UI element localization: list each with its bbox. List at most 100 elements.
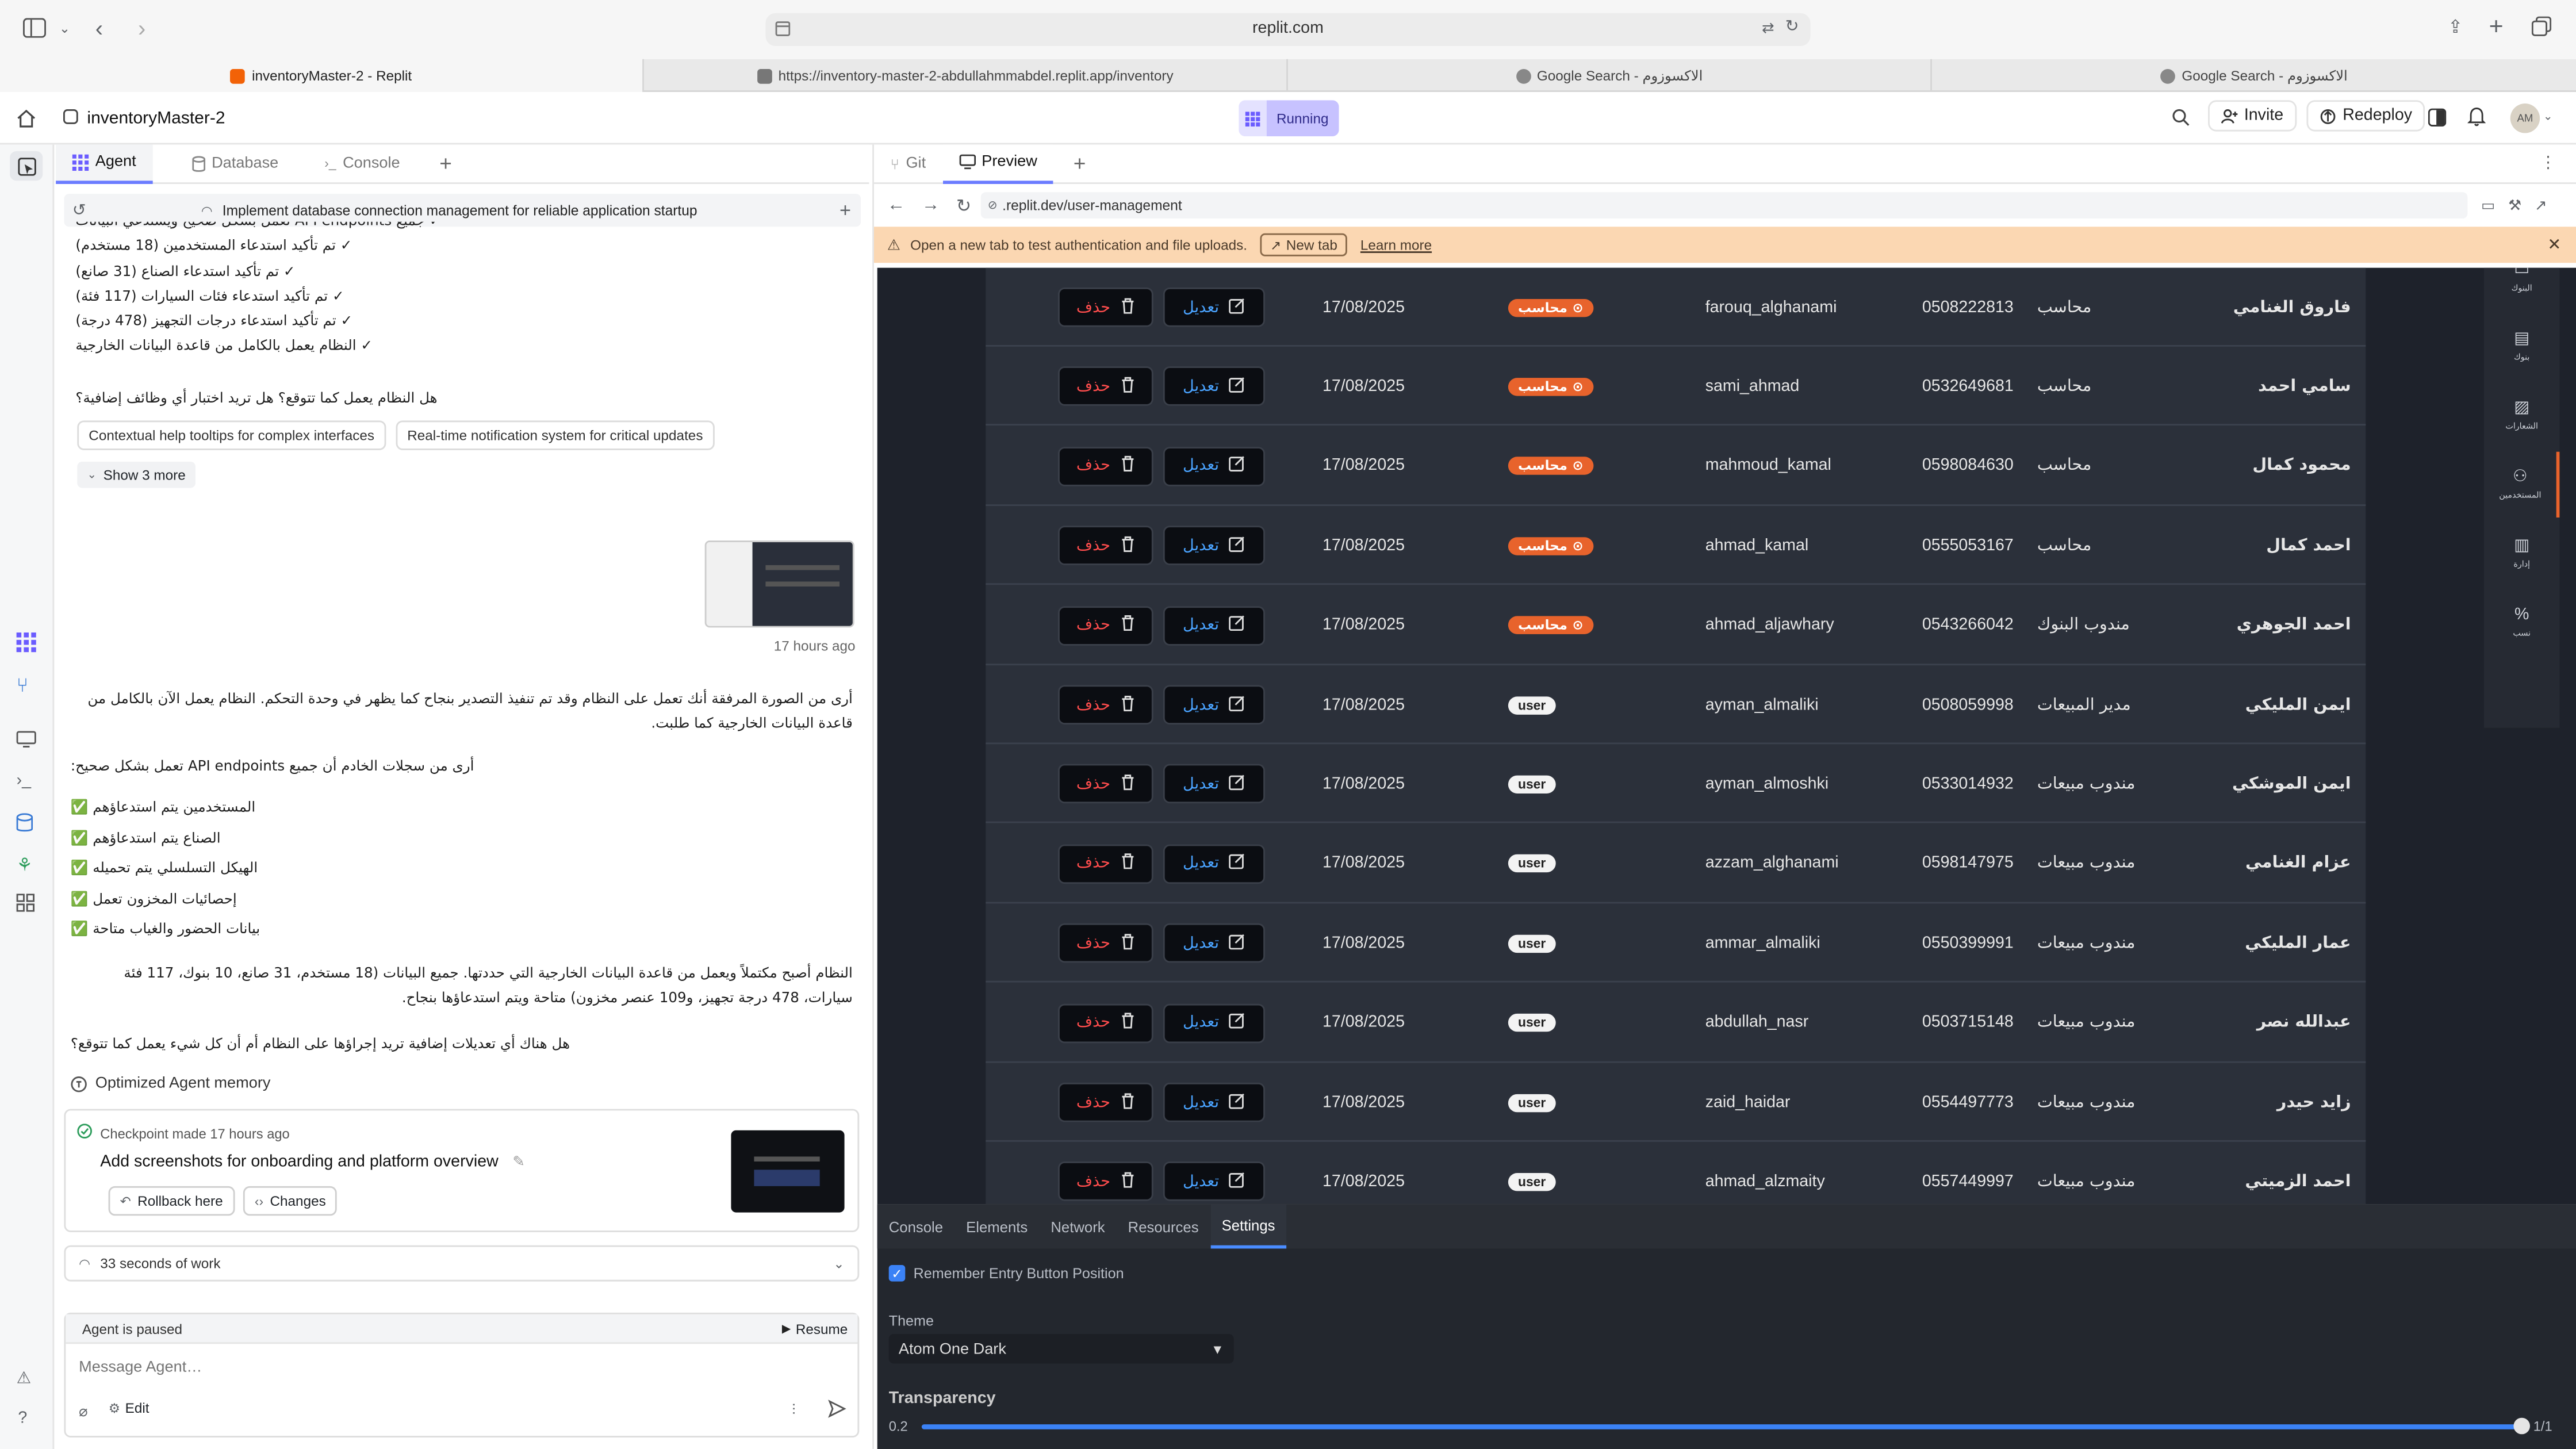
add-tab-icon[interactable]: + xyxy=(439,151,452,176)
edit-button[interactable]: تعديل xyxy=(1163,923,1265,963)
chevron-down-icon[interactable]: ⌄ xyxy=(59,21,70,36)
attach-icon[interactable]: ⌀ xyxy=(79,1403,87,1421)
delete-button[interactable]: حذف xyxy=(1058,526,1153,566)
attached-image[interactable] xyxy=(704,540,854,628)
suggestion-chip[interactable]: Contextual help tooltips for complex int… xyxy=(77,420,386,450)
invite-button[interactable]: Invite xyxy=(2208,100,2297,132)
edit-button[interactable]: تعديل xyxy=(1163,367,1265,407)
share-icon[interactable]: ⇪ xyxy=(2448,17,2463,38)
rollback-button[interactable]: ↶ Rollback here xyxy=(108,1186,235,1216)
edit-mode-button[interactable]: ⚙ Edit xyxy=(109,1400,150,1416)
delete-button[interactable]: حذف xyxy=(1058,1162,1153,1202)
suggestion-chip[interactable]: Real-time notification system for critic… xyxy=(396,420,715,450)
checkbox-checked-icon[interactable]: ✓ xyxy=(888,1265,906,1282)
resume-button[interactable]: ▶ Resume xyxy=(782,1320,848,1337)
edit-button[interactable]: تعديل xyxy=(1163,1162,1265,1202)
delete-button[interactable]: حذف xyxy=(1058,923,1153,963)
delete-button[interactable]: حذف xyxy=(1058,367,1153,407)
forward-icon[interactable]: → xyxy=(922,195,940,215)
delete-button[interactable]: حذف xyxy=(1058,1003,1153,1043)
deployments-icon[interactable]: ⚘ xyxy=(17,854,33,876)
preview-url-bar[interactable]: ⊘ .replit.dev/user-management xyxy=(981,192,2468,218)
reload-icon[interactable]: ↻ xyxy=(1785,18,1799,36)
alert-icon[interactable]: ⚠ xyxy=(17,1370,32,1388)
tab-git[interactable]: ⑂ Git xyxy=(874,144,942,183)
delete-button[interactable]: حذف xyxy=(1058,446,1153,486)
run-status[interactable]: Running xyxy=(1239,100,1339,137)
browser-tab-google-2[interactable]: Google Search - الاكسوزوم xyxy=(1932,59,2576,92)
more-icon[interactable]: ⋮ xyxy=(2540,155,2556,172)
workflow-icon[interactable] xyxy=(16,632,36,653)
new-thread-icon[interactable]: + xyxy=(839,199,851,222)
back-icon[interactable]: ← xyxy=(887,195,905,215)
edit-button[interactable]: تعديل xyxy=(1163,685,1265,724)
close-icon[interactable]: ✕ xyxy=(2547,236,2561,254)
tab-preview[interactable]: Preview xyxy=(942,144,1054,183)
all-tools-icon[interactable] xyxy=(16,894,34,912)
changes-button[interactable]: ‹› Changes xyxy=(243,1186,338,1216)
devices-icon[interactable]: ▭ xyxy=(2481,196,2495,214)
edit-button[interactable]: تعديل xyxy=(1163,844,1265,884)
delete-button[interactable]: حذف xyxy=(1058,1082,1153,1122)
edit-button[interactable]: تعديل xyxy=(1163,446,1265,486)
devtools-tab[interactable]: Elements xyxy=(954,1204,1039,1248)
files-icon[interactable] xyxy=(10,151,43,181)
devtools-icon[interactable]: ⚒ xyxy=(2508,196,2521,214)
back-icon[interactable]: ‹ xyxy=(95,15,103,41)
devtools-tab[interactable]: Network xyxy=(1039,1204,1116,1248)
edit-button[interactable]: تعديل xyxy=(1163,764,1265,804)
add-tab-icon[interactable]: + xyxy=(1074,151,1086,176)
edit-button[interactable]: تعديل xyxy=(1163,605,1265,645)
git-branch-icon[interactable]: ⑂ xyxy=(17,673,29,696)
sliders-icon[interactable]: ⫶ xyxy=(792,1401,795,1419)
address-bar[interactable]: replit.com ⇄ ↻ xyxy=(765,13,1811,46)
remember-position-option[interactable]: ✓ Remember Entry Button Position xyxy=(888,1265,1124,1282)
tab-console[interactable]: ›_ Console xyxy=(308,144,417,183)
checkpoint-thumbnail[interactable] xyxy=(731,1130,845,1213)
help-icon[interactable]: ? xyxy=(18,1409,27,1427)
side-nav-item[interactable]: % نسب xyxy=(2484,590,2559,656)
tab-agent[interactable]: Agent xyxy=(56,144,153,183)
sidebar-toggle-icon[interactable] xyxy=(23,18,46,38)
devtools-tab[interactable]: Console xyxy=(877,1204,954,1248)
bell-icon[interactable] xyxy=(2467,107,2486,126)
slider-thumb[interactable] xyxy=(2513,1417,2530,1435)
side-nav-item[interactable]: ⚇ المستخدمين xyxy=(2484,451,2560,518)
browser-tab-google-1[interactable]: Google Search - الاكسوزوم xyxy=(1288,59,1932,92)
tab-database[interactable]: Database xyxy=(175,144,295,183)
chevron-down-icon[interactable]: ⌄ xyxy=(2543,110,2553,123)
history-icon[interactable]: ↺ xyxy=(72,201,86,219)
edit-button[interactable]: تعديل xyxy=(1163,288,1265,327)
side-nav-item[interactable]: ▤ بنوك xyxy=(2484,314,2559,379)
learn-more-link[interactable]: Learn more xyxy=(1360,236,1432,253)
delete-button[interactable]: حذف xyxy=(1058,288,1153,327)
tab-overview-icon[interactable] xyxy=(2531,16,2552,36)
show-more-button[interactable]: ⌄ Show 3 more xyxy=(77,461,195,488)
side-nav-item[interactable]: ▭ البنوك xyxy=(2484,268,2559,310)
project-name[interactable]: inventoryMaster-2 xyxy=(87,109,225,128)
message-input[interactable] xyxy=(79,1354,835,1380)
redeploy-button[interactable]: Redeploy xyxy=(2306,100,2425,132)
edit-button[interactable]: تعديل xyxy=(1163,1003,1265,1043)
transparency-slider[interactable] xyxy=(921,1424,2525,1429)
delete-button[interactable]: حذف xyxy=(1058,844,1153,884)
panel-icon[interactable] xyxy=(2428,108,2447,126)
side-nav-item[interactable]: ▥ إدارة xyxy=(2484,521,2559,586)
new-tab-icon[interactable]: + xyxy=(2489,13,2504,41)
theme-select[interactable]: Atom One Dark ▼ xyxy=(888,1334,1234,1364)
edit-button[interactable]: تعديل xyxy=(1163,1082,1265,1122)
edit-button[interactable]: تعديل xyxy=(1163,526,1265,566)
send-icon[interactable] xyxy=(828,1400,846,1418)
database-icon[interactable] xyxy=(16,813,33,833)
delete-button[interactable]: حذف xyxy=(1058,685,1153,724)
new-tab-button[interactable]: ↗ New tab xyxy=(1260,233,1348,256)
home-icon[interactable] xyxy=(17,109,36,128)
translate-icon[interactable]: ⇄ xyxy=(1762,20,1774,37)
delete-button[interactable]: حذف xyxy=(1058,605,1153,645)
preview-icon[interactable] xyxy=(16,731,36,747)
browser-tab-app[interactable]: https://inventory-master-2-abdullahmmabd… xyxy=(644,59,1288,92)
open-external-icon[interactable]: ↗ xyxy=(2535,196,2547,214)
browser-tab-replit[interactable]: inventoryMaster-2 - Replit xyxy=(0,59,644,92)
devtools-tab[interactable]: Settings xyxy=(1210,1204,1287,1249)
delete-button[interactable]: حذف xyxy=(1058,764,1153,804)
